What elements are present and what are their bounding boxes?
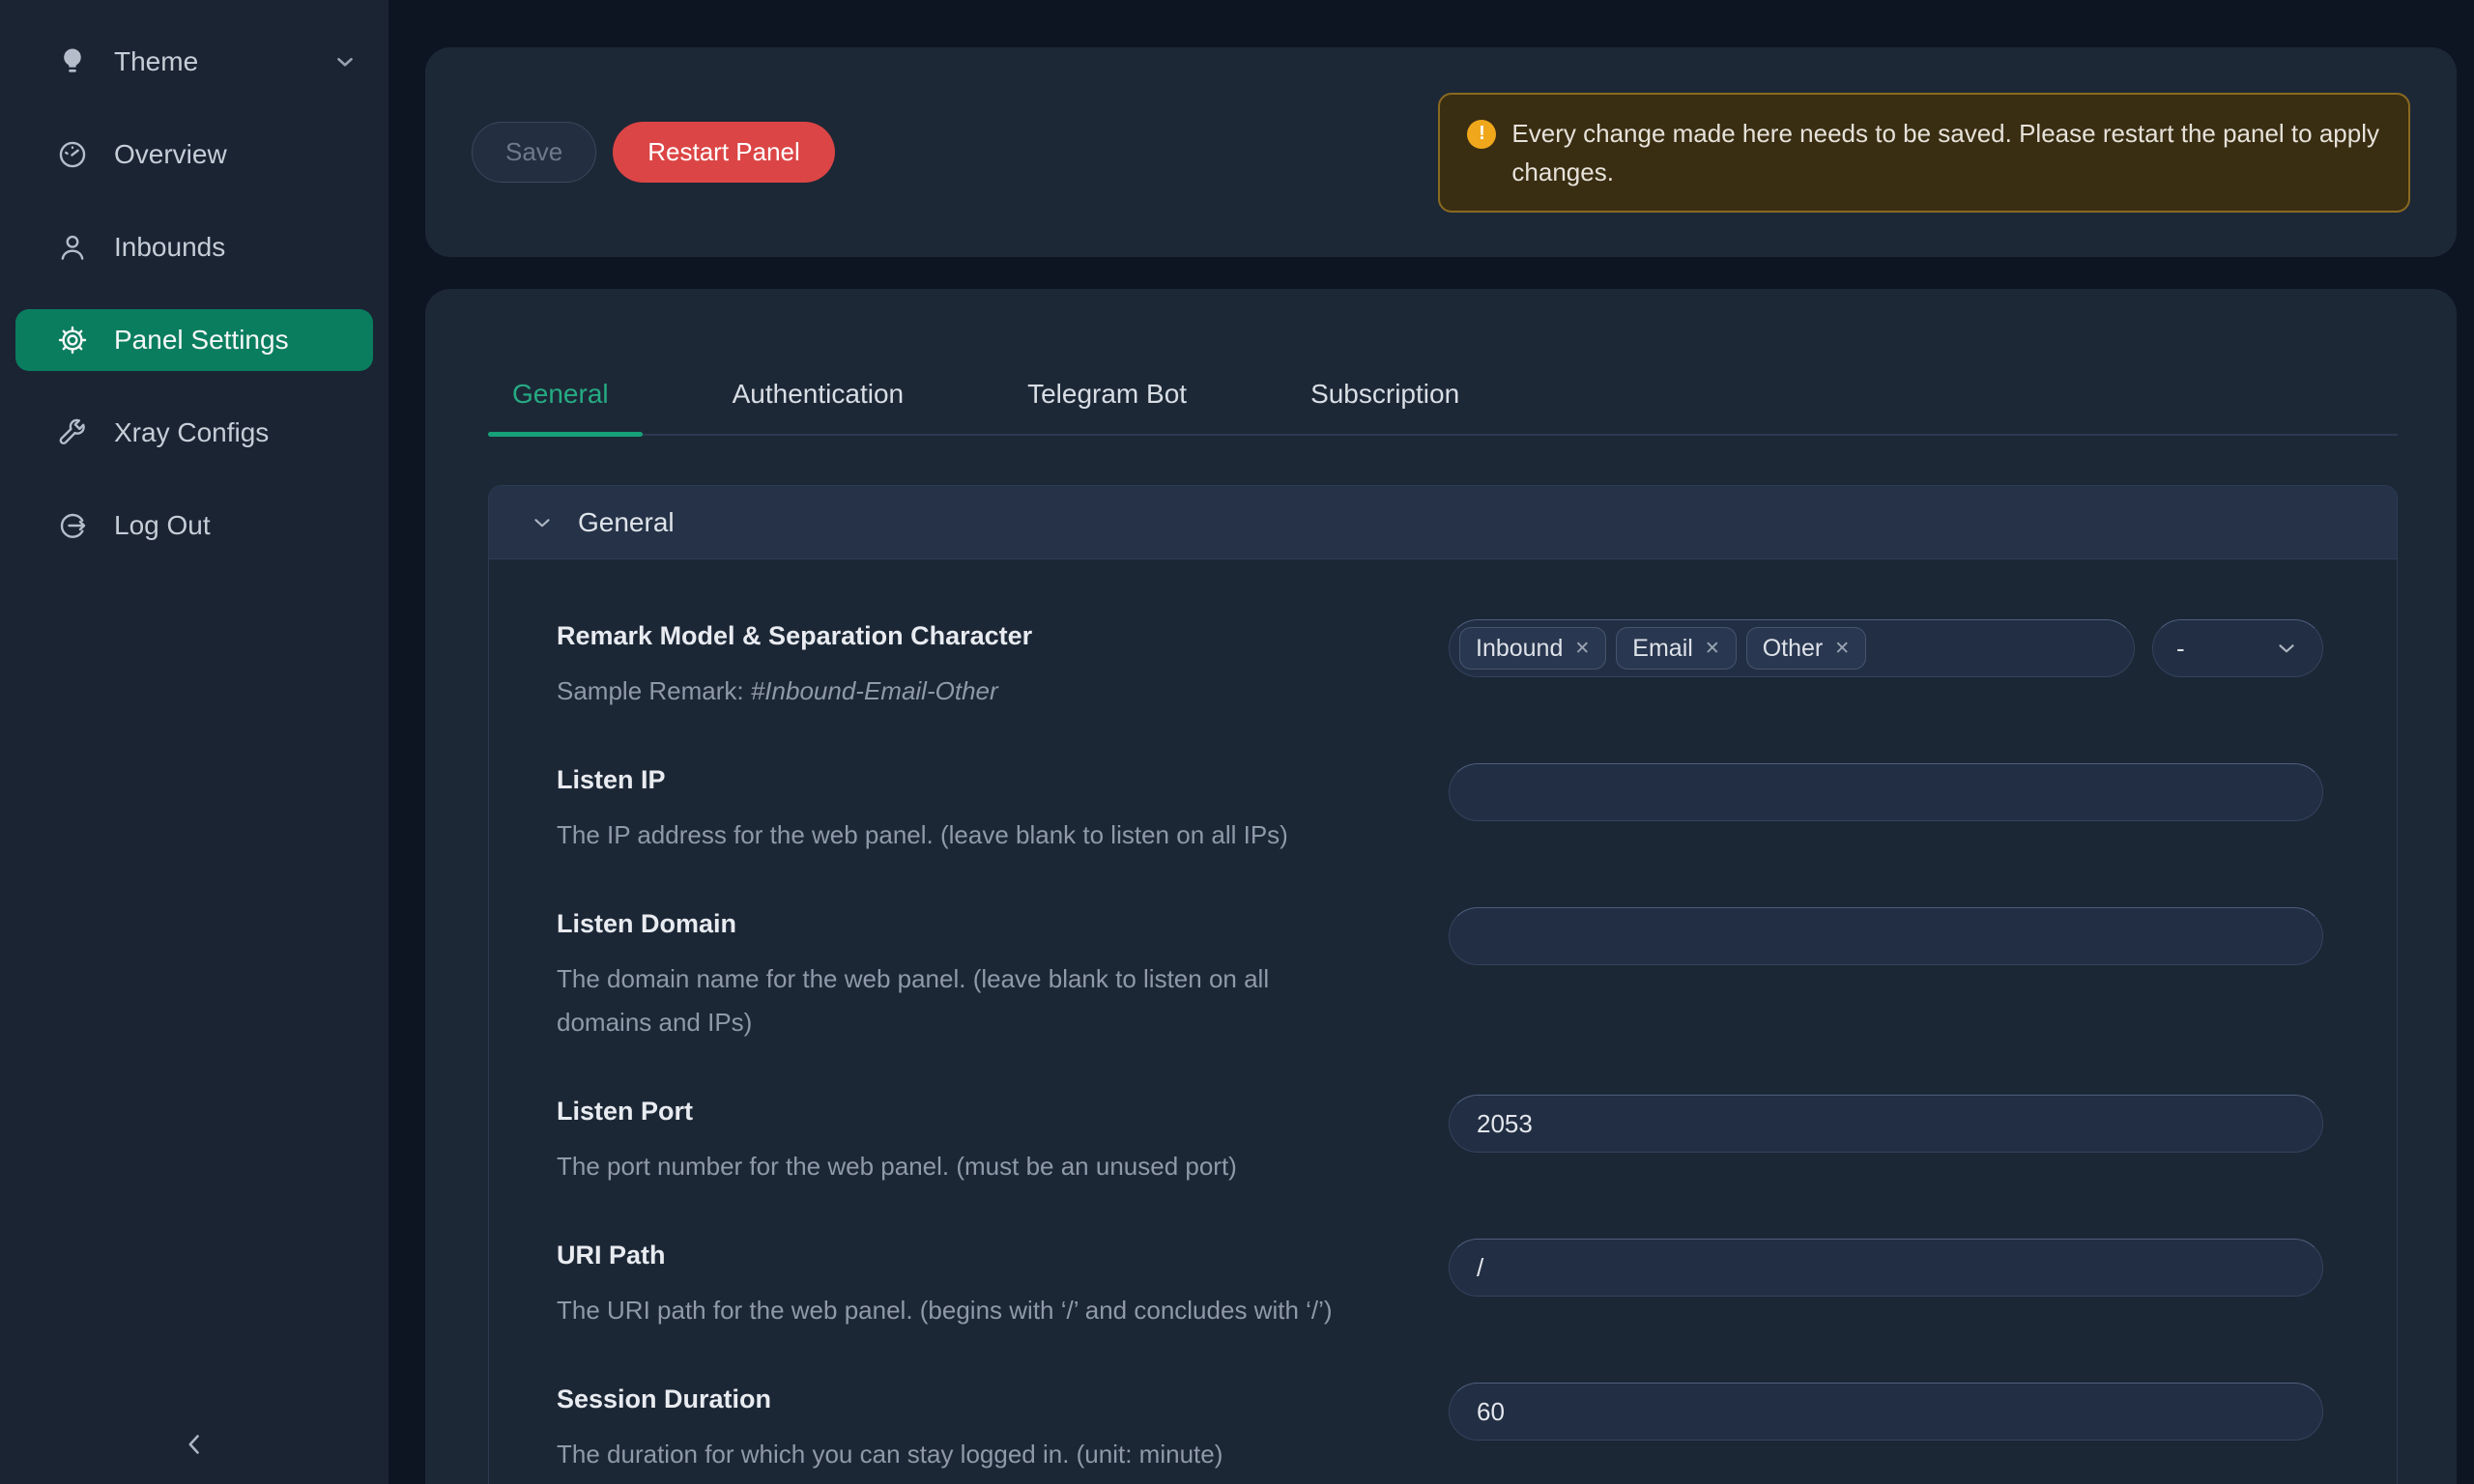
remove-tag-icon[interactable]: ✕ (1834, 638, 1850, 660)
field-label: Session Duration (557, 1383, 1449, 1415)
tag-label: Email (1632, 635, 1693, 663)
sidebar-item-label: Panel Settings (114, 325, 289, 356)
restart-warning-alert: ! Every change made here needs to be sav… (1438, 93, 2410, 213)
form-row-remark-model: Remark Model & Separation Character Samp… (557, 619, 2323, 713)
chevron-down-icon (2274, 636, 2299, 661)
field-description: The duration for which you can stay logg… (557, 1433, 1449, 1476)
restart-panel-button[interactable]: Restart Panel (613, 122, 835, 183)
general-section-body: Remark Model & Separation Character Samp… (489, 559, 2397, 1484)
tag-other: Other ✕ (1746, 627, 1866, 670)
wrench-icon (56, 416, 89, 449)
tab-subscription[interactable]: Subscription (1310, 378, 1459, 411)
form-row-uri-path: URI Path The URI path for the web panel.… (557, 1239, 2323, 1332)
chevron-left-icon (178, 1428, 211, 1461)
listen-ip-input[interactable] (1449, 763, 2323, 821)
chevron-down-icon (530, 510, 555, 535)
sidebar-item-theme[interactable]: Theme (15, 31, 373, 93)
gauge-icon (56, 138, 89, 171)
field-description: The domain name for the web panel. (leav… (557, 957, 1449, 1044)
form-row-listen-domain: Listen Domain The domain name for the we… (557, 907, 2323, 1044)
lightbulb-icon (56, 45, 89, 78)
alert-text-line: Every change made here needs to be saved… (1511, 114, 2379, 153)
sidebar-item-label: Xray Configs (114, 417, 269, 448)
sidebar-item-inbounds[interactable]: Inbounds (15, 216, 373, 278)
sidebar-item-label: Inbounds (114, 232, 225, 263)
sidebar-item-overview[interactable]: Overview (15, 124, 373, 186)
alert-text-line: changes. (1511, 153, 2379, 191)
uri-path-input[interactable] (1449, 1239, 2323, 1297)
warning-icon: ! (1467, 120, 1496, 149)
section-title: General (578, 507, 675, 538)
listen-port-input[interactable] (1449, 1095, 2323, 1153)
field-description: The port number for the web panel. (must… (557, 1145, 1449, 1188)
alert-text: Every change made here needs to be saved… (1511, 114, 2379, 191)
sidebar-item-label: Overview (114, 139, 227, 170)
description-line: The IP address for the web panel. (leave… (557, 813, 1449, 857)
field-description: The URI path for the web panel. (begins … (557, 1289, 1449, 1332)
active-tab-indicator (488, 432, 643, 437)
description-line: The domain name for the web panel. (leav… (557, 957, 1449, 1001)
save-button[interactable]: Save (472, 122, 596, 183)
tab-general[interactable]: General (512, 378, 609, 411)
description-line: The port number for the web panel. (must… (557, 1145, 1449, 1188)
sidebar: Theme Overview Inbounds Panel Settings X… (0, 0, 388, 1484)
sample-remark-prefix: Sample Remark: (557, 676, 751, 705)
description-line: domains and IPs) (557, 1001, 1449, 1044)
remark-model-multiselect[interactable]: Inbound ✕ Email ✕ Other ✕ (1449, 619, 2135, 677)
field-label: Remark Model & Separation Character (557, 619, 1449, 652)
tag-inbound: Inbound ✕ (1459, 627, 1606, 670)
tag-label: Inbound (1476, 635, 1563, 663)
general-section-header[interactable]: General (489, 486, 2397, 559)
settings-tabs: General Authentication Telegram Bot Subs… (488, 378, 2398, 436)
form-row-listen-port: Listen Port The port number for the web … (557, 1095, 2323, 1188)
sidebar-item-panel-settings[interactable]: Panel Settings (15, 309, 373, 371)
listen-domain-input[interactable] (1449, 907, 2323, 965)
sidebar-item-log-out[interactable]: Log Out (15, 495, 373, 556)
form-row-listen-ip: Listen IP The IP address for the web pan… (557, 763, 2323, 857)
chevron-down-icon (332, 49, 358, 74)
settings-card: General Authentication Telegram Bot Subs… (425, 289, 2457, 1484)
sample-remark-value: #Inbound-Email-Other (751, 676, 998, 705)
gear-icon (56, 324, 89, 357)
form-row-session-duration: Session Duration The duration for which … (557, 1383, 2323, 1476)
description-line: The URI path for the web panel. (begins … (557, 1289, 1449, 1332)
description-line: The duration for which you can stay logg… (557, 1433, 1449, 1476)
separator-value: - (2176, 634, 2185, 664)
tab-telegram-bot[interactable]: Telegram Bot (1027, 378, 1187, 411)
remove-tag-icon[interactable]: ✕ (1574, 638, 1590, 660)
logout-icon (56, 509, 89, 542)
tag-label: Other (1763, 635, 1824, 663)
session-duration-input[interactable] (1449, 1383, 2323, 1441)
field-description: The IP address for the web panel. (leave… (557, 813, 1449, 857)
tab-authentication[interactable]: Authentication (733, 378, 904, 411)
sidebar-item-label: Theme (114, 46, 198, 77)
main-content: Save Restart Panel ! Every change made h… (388, 0, 2474, 1484)
field-label: Listen Domain (557, 907, 1449, 940)
tag-email: Email ✕ (1616, 627, 1736, 670)
toolbar-card: Save Restart Panel ! Every change made h… (425, 47, 2457, 257)
sidebar-item-xray-configs[interactable]: Xray Configs (15, 402, 373, 464)
sidebar-collapse-button[interactable] (178, 1428, 211, 1461)
remove-tag-icon[interactable]: ✕ (1705, 638, 1720, 660)
field-label: URI Path (557, 1239, 1449, 1271)
field-description: Sample Remark: #Inbound-Email-Other (557, 670, 1449, 713)
field-label: Listen Port (557, 1095, 1449, 1127)
separator-select[interactable]: - (2152, 619, 2323, 677)
user-icon (56, 231, 89, 264)
field-label: Listen IP (557, 763, 1449, 796)
sidebar-item-label: Log Out (114, 510, 211, 541)
general-section: General Remark Model & Separation Charac… (488, 485, 2398, 1484)
